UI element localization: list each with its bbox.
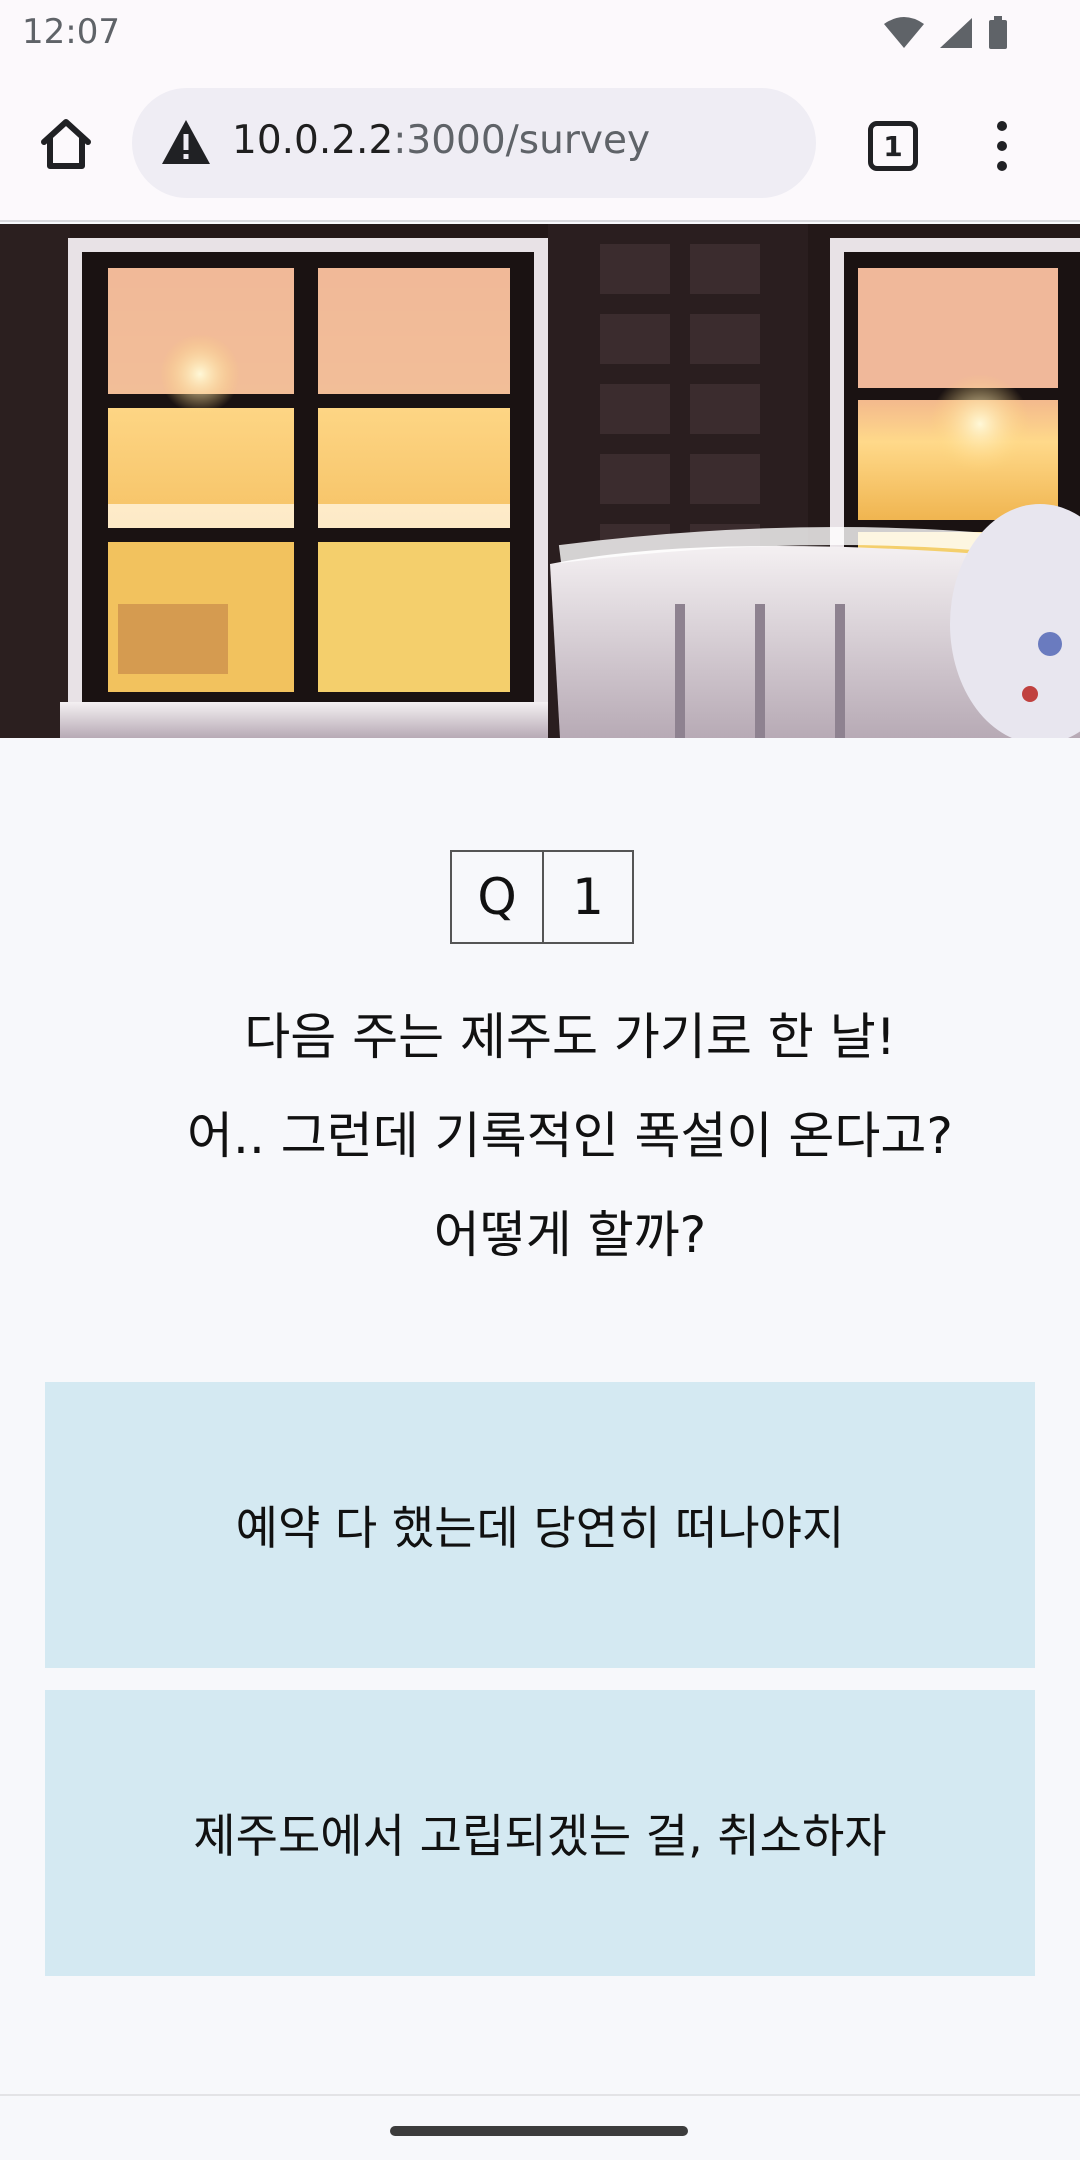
answer-option-label: 예약 다 했는데 당연히 떠나야지: [235, 1501, 845, 1555]
question-number: 1: [542, 852, 632, 942]
hero-image: [0, 224, 1080, 738]
wifi-icon: [884, 17, 924, 48]
signal-icon: [940, 18, 972, 48]
browser-toolbar: 10.0.2.2:3000/survey 1: [0, 66, 1080, 222]
home-icon[interactable]: [36, 114, 96, 174]
status-bar: 12:07: [0, 0, 1080, 66]
navigation-bar: [0, 2094, 1080, 2160]
status-time: 12:07: [22, 12, 120, 52]
battery-icon: [989, 16, 1007, 49]
more-options-icon[interactable]: [984, 116, 1020, 176]
url-text[interactable]: 10.0.2.2:3000/survey: [232, 118, 650, 163]
home-gesture-handle[interactable]: [390, 2126, 688, 2136]
tab-count: 1: [883, 129, 903, 163]
question-prefix: Q: [452, 852, 542, 942]
warning-icon[interactable]: [160, 118, 212, 166]
tab-switcher-button[interactable]: 1: [868, 121, 918, 171]
answer-option-1-button[interactable]: 예약 다 했는데 당연히 떠나야지: [45, 1382, 1035, 1668]
question-line: 어.. 그런데 기록적인 폭설이 온다고?: [187, 1107, 953, 1165]
survey-content: Q 1 다음 주는 제주도 가기로 한 날! 어.. 그런데 기록적인 폭설이 …: [0, 738, 1080, 2098]
snowy-window-photo: [0, 224, 1080, 738]
url-bar[interactable]: 10.0.2.2:3000/survey: [132, 88, 816, 198]
answer-option-label: 제주도에서 고립되겠는 걸, 취소하자: [193, 1809, 887, 1863]
url-host: 10.0.2.2: [232, 118, 394, 163]
question-line: 어떻게 할까?: [433, 1206, 707, 1264]
question-number-badge: Q 1: [450, 850, 634, 944]
question-text: 다음 주는 제주도 가기로 한 날! 어.. 그런데 기록적인 폭설이 온다고?…: [60, 988, 1080, 1285]
question-line: 다음 주는 제주도 가기로 한 날!: [244, 1008, 896, 1066]
status-icons: [884, 16, 1008, 50]
url-path: :3000/survey: [393, 118, 651, 163]
answer-option-2-button[interactable]: 제주도에서 고립되겠는 걸, 취소하자: [45, 1690, 1035, 1976]
